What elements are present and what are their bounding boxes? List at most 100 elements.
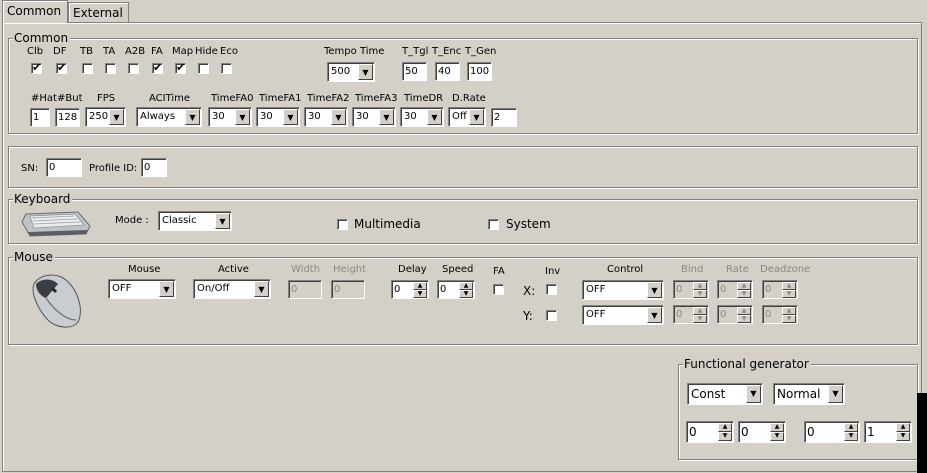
dropdown-arrow-icon[interactable]: ▼ — [828, 385, 843, 403]
spin-up-icon[interactable]: ▲ — [782, 307, 796, 315]
bind-y-spin[interactable]: 0 ▲ ▼ — [673, 305, 709, 324]
t-gen-input[interactable]: 100 — [467, 62, 492, 81]
sn-input[interactable]: 0 — [46, 158, 82, 177]
fg-spin-4[interactable]: 1 ▲ ▼ — [864, 421, 912, 443]
check-a2b[interactable] — [128, 63, 139, 74]
tempo-time-combo[interactable]: 500 ▼ — [327, 62, 375, 82]
spin-down-icon[interactable]: ▼ — [770, 432, 784, 441]
dropdown-arrow-icon[interactable]: ▼ — [235, 109, 250, 125]
fg-spin-2[interactable]: 0 ▲ ▼ — [738, 421, 786, 443]
spin-up-icon[interactable]: ▲ — [737, 282, 751, 290]
check-clb[interactable]: ✔ — [31, 61, 42, 74]
spin-buttons[interactable]: ▲ ▼ — [896, 423, 910, 441]
spin-up-icon[interactable]: ▲ — [737, 307, 751, 315]
control-x-combo[interactable]: OFF ▼ — [582, 280, 664, 300]
spin-down-icon[interactable]: ▼ — [782, 315, 796, 323]
check-hide[interactable] — [198, 63, 209, 74]
spin-down-icon[interactable]: ▼ — [693, 290, 707, 298]
fg-spin-1[interactable]: 0 ▲ ▼ — [686, 421, 734, 443]
spin-buttons[interactable]: ▲ ▼ — [737, 307, 751, 323]
spin-buttons[interactable]: ▲ ▼ — [693, 307, 707, 323]
spin-buttons[interactable]: ▲ ▼ — [782, 307, 796, 323]
dropdown-arrow-icon[interactable]: ▼ — [254, 281, 269, 297]
delay-spin[interactable]: 0 ▲ ▼ — [391, 280, 429, 299]
spin-buttons[interactable]: ▲ ▼ — [737, 282, 751, 298]
check-eco[interactable] — [221, 63, 232, 74]
dropdown-arrow-icon[interactable]: ▼ — [283, 109, 298, 125]
fg-type-combo[interactable]: Const ▼ — [687, 383, 763, 405]
spin-buttons[interactable]: ▲ ▼ — [844, 423, 858, 441]
height-input[interactable]: 0 — [331, 280, 365, 299]
timedr-combo[interactable]: 30 ▼ — [400, 107, 444, 127]
profile-id-input[interactable]: 0 — [141, 158, 167, 177]
spin-up-icon[interactable]: ▲ — [693, 282, 707, 290]
spin-buttons[interactable]: ▲ ▼ — [782, 282, 796, 298]
tab-external[interactable]: External — [68, 2, 129, 22]
spin-up-icon[interactable]: ▲ — [693, 307, 707, 315]
rate-x-spin[interactable]: 0 ▲ ▼ — [717, 280, 753, 299]
spin-down-icon[interactable]: ▼ — [737, 290, 751, 298]
fg-mode-combo[interactable]: Normal ▼ — [773, 383, 845, 405]
inv-x-checkbox[interactable] — [546, 284, 557, 295]
control-y-combo[interactable]: OFF ▼ — [582, 305, 664, 325]
deadzone-y-spin[interactable]: 0 ▲ ▼ — [762, 305, 798, 324]
drate-num-input[interactable]: 2 — [491, 108, 517, 127]
keyboard-mode-combo[interactable]: Classic ▼ — [158, 211, 232, 231]
dropdown-arrow-icon[interactable]: ▼ — [159, 281, 174, 297]
spin-down-icon[interactable]: ▼ — [459, 290, 473, 298]
timefa3-combo[interactable]: 30 ▼ — [352, 107, 396, 127]
dropdown-arrow-icon[interactable]: ▼ — [469, 109, 484, 125]
dropdown-arrow-icon[interactable]: ▼ — [379, 109, 394, 125]
dropdown-arrow-icon[interactable]: ▼ — [358, 64, 373, 80]
spin-up-icon[interactable]: ▲ — [770, 423, 784, 432]
spin-up-icon[interactable]: ▲ — [459, 282, 473, 290]
active-combo[interactable]: On/Off ▼ — [193, 279, 271, 299]
check-df[interactable]: ✔ — [56, 61, 67, 74]
fps-combo[interactable]: 250 ▼ — [85, 107, 126, 127]
spin-down-icon[interactable]: ▼ — [718, 432, 732, 441]
spin-down-icon[interactable]: ▼ — [844, 432, 858, 441]
rate-y-spin[interactable]: 0 ▲ ▼ — [717, 305, 753, 324]
but-input[interactable]: 128 — [55, 108, 80, 127]
dropdown-arrow-icon[interactable]: ▼ — [647, 307, 662, 323]
spin-buttons[interactable]: ▲ ▼ — [459, 282, 473, 298]
dropdown-arrow-icon[interactable]: ▼ — [215, 213, 230, 229]
dropdown-arrow-icon[interactable]: ▼ — [331, 109, 346, 125]
t-enc-input[interactable]: 40 — [435, 62, 460, 81]
tab-common[interactable]: Common — [2, 0, 68, 23]
spin-up-icon[interactable]: ▲ — [844, 423, 858, 432]
dropdown-arrow-icon[interactable]: ▼ — [746, 385, 761, 403]
check-map[interactable]: ✔ — [175, 61, 186, 74]
multimedia-checkbox[interactable] — [337, 219, 348, 230]
spin-up-icon[interactable]: ▲ — [718, 423, 732, 432]
spin-up-icon[interactable]: ▲ — [782, 282, 796, 290]
mouse-fa-checkbox[interactable] — [493, 284, 504, 295]
deadzone-x-spin[interactable]: 0 ▲ ▼ — [762, 280, 798, 299]
system-checkbox[interactable] — [488, 219, 499, 230]
t-tgl-input[interactable]: 50 — [402, 62, 427, 81]
dropdown-arrow-icon[interactable]: ▼ — [185, 109, 200, 125]
timefa2-combo[interactable]: 30 ▼ — [304, 107, 348, 127]
scrollbar-stub[interactable] — [917, 393, 927, 473]
inv-y-checkbox[interactable] — [546, 310, 557, 321]
spin-buttons[interactable]: ▲ ▼ — [718, 423, 732, 441]
timefa0-combo[interactable]: 30 ▼ — [208, 107, 252, 127]
spin-down-icon[interactable]: ▼ — [896, 432, 910, 441]
check-fa[interactable]: ✔ — [152, 61, 163, 74]
spin-down-icon[interactable]: ▼ — [413, 290, 427, 298]
speed-spin[interactable]: 0 ▲ ▼ — [437, 280, 475, 299]
mouse-combo[interactable]: OFF ▼ — [108, 279, 176, 299]
spin-up-icon[interactable]: ▲ — [896, 423, 910, 432]
fg-spin-3[interactable]: 0 ▲ ▼ — [804, 421, 860, 443]
dropdown-arrow-icon[interactable]: ▼ — [647, 282, 662, 298]
width-input[interactable]: 0 — [288, 280, 322, 299]
timefa1-combo[interactable]: 30 ▼ — [256, 107, 300, 127]
spin-down-icon[interactable]: ▼ — [737, 315, 751, 323]
acitime-combo[interactable]: Always ▼ — [136, 107, 202, 127]
spin-up-icon[interactable]: ▲ — [413, 282, 427, 290]
spin-buttons[interactable]: ▲ ▼ — [413, 282, 427, 298]
check-ta[interactable] — [105, 63, 116, 74]
spin-down-icon[interactable]: ▼ — [782, 290, 796, 298]
drate-combo[interactable]: Off ▼ — [448, 107, 486, 127]
bind-x-spin[interactable]: 0 ▲ ▼ — [673, 280, 709, 299]
